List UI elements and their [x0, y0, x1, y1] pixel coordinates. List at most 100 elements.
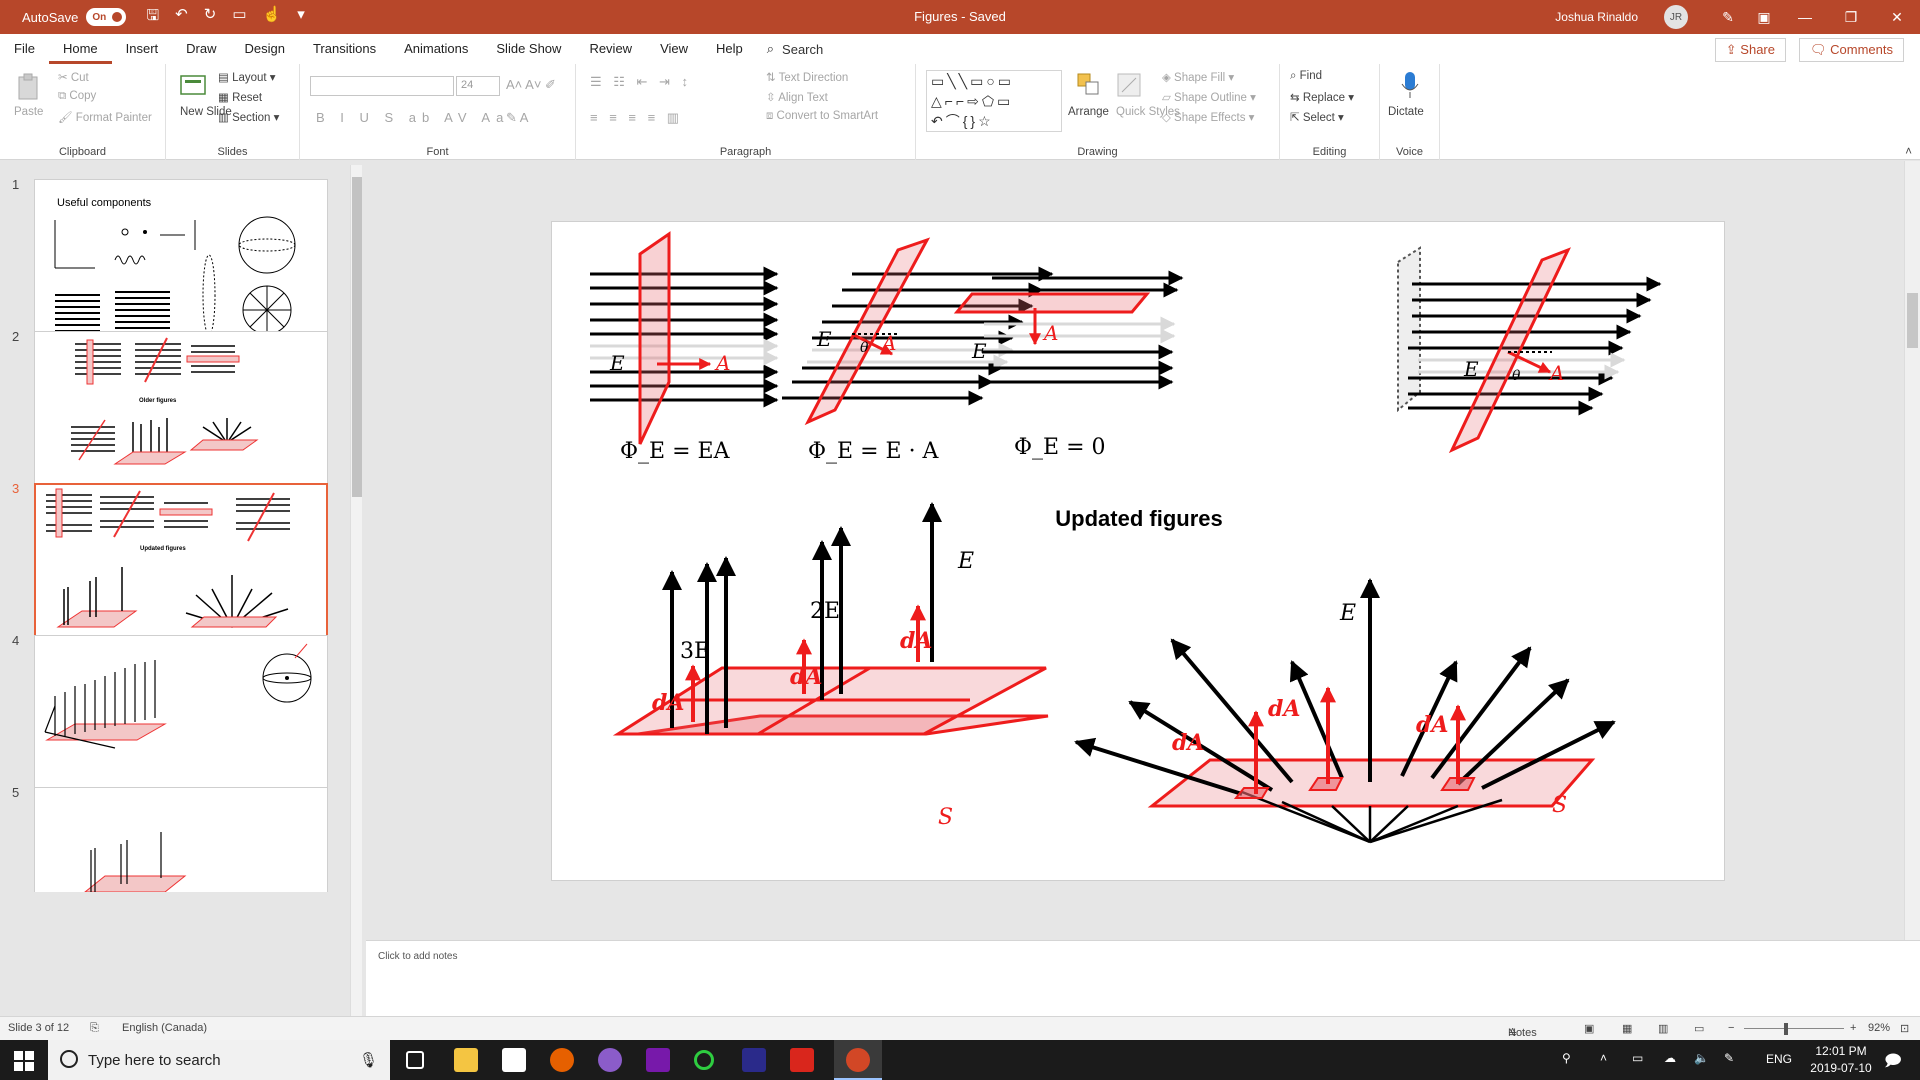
slide-thumbnail-3[interactable]: Updated figures — [34, 483, 328, 650]
close-button[interactable]: ✕ — [1874, 0, 1920, 34]
autosave-toggle[interactable]: On — [86, 8, 127, 26]
clock-time[interactable]: 12:01 PM — [1806, 1044, 1876, 1058]
tab-design[interactable]: Design — [231, 34, 299, 64]
select-button[interactable]: ⇱ Select ▾ — [1290, 110, 1344, 124]
tab-insert[interactable]: Insert — [112, 34, 173, 64]
paste-button[interactable]: Paste — [14, 106, 43, 118]
dictate-button[interactable]: Dictate — [1388, 106, 1424, 118]
figure-flux-perpendicular[interactable]: E A Φ_E = EA — [590, 231, 779, 464]
save-icon[interactable]: 🖫 — [146, 5, 159, 30]
zoom-in-button[interactable]: + — [1850, 1022, 1856, 1034]
shape-effects-button[interactable]: ◇ Shape Effects ▾ — [1162, 110, 1254, 124]
tab-home[interactable]: Home — [48, 34, 112, 64]
tab-file[interactable]: File — [0, 34, 49, 64]
tab-help[interactable]: Help — [702, 34, 757, 64]
slide-sorter-icon[interactable]: ▦ — [1622, 1022, 1632, 1035]
tab-draw[interactable]: Draw — [172, 34, 230, 64]
figure-varying-field[interactable]: dA dA dA 3E 2E E S — [608, 502, 1049, 830]
grow-font-icon[interactable]: A˄ A˅ ✐ — [506, 77, 556, 93]
share-button[interactable]: ⇪ Share — [1714, 38, 1786, 62]
tab-animations[interactable]: Animations — [390, 34, 482, 64]
slide-thumbnail-2[interactable]: Older figures — [34, 331, 328, 498]
replace-button[interactable]: ⇆ Replace ▾ — [1290, 90, 1354, 104]
zoom-out-button[interactable]: − — [1728, 1022, 1734, 1034]
slide-thumbnail-1[interactable]: Useful components — [34, 179, 328, 346]
tab-review[interactable]: Review — [575, 34, 646, 64]
arrange-icon[interactable] — [1074, 70, 1104, 100]
onenote-icon[interactable] — [646, 1048, 670, 1072]
taskbar-search[interactable]: Type here to search 🎙 — [48, 1040, 390, 1080]
slideshow-icon[interactable]: ▭ — [1694, 1022, 1704, 1035]
zoom-slider-handle[interactable] — [1784, 1023, 1788, 1035]
list-icons[interactable]: ☰ ☷ ⇤ ⇥ ↕ — [590, 74, 692, 90]
clock-date[interactable]: 2019-07-10 — [1800, 1061, 1882, 1075]
notifications-icon[interactable]: 🗩 — [1884, 1050, 1902, 1077]
powerpoint-taskbar-button[interactable] — [834, 1040, 882, 1080]
font-name-field[interactable] — [310, 76, 454, 96]
pen-icon[interactable]: ✎ — [1710, 0, 1746, 34]
acrobat-icon[interactable] — [790, 1048, 814, 1072]
notes-placeholder[interactable]: Click to add notes — [378, 951, 458, 962]
arrange-button[interactable]: Arrange — [1068, 106, 1109, 118]
reset-button[interactable]: ▦ Reset — [218, 90, 262, 104]
cut-button[interactable]: ✂ Cut — [58, 70, 89, 84]
minimize-button[interactable]: — — [1782, 0, 1828, 34]
undo-icon[interactable]: ↶ — [175, 5, 188, 30]
font-format-buttons[interactable]: B I U S ab AV Aa — [316, 110, 509, 125]
shape-outline-button[interactable]: ▱ Shape Outline ▾ — [1162, 90, 1256, 104]
zoom-slider[interactable] — [1744, 1028, 1844, 1029]
new-slide-icon[interactable] — [178, 70, 208, 100]
font-size-field[interactable]: 24 — [456, 76, 500, 96]
current-slide[interactable]: E A Φ_E = EA E θ A Φ_E = E · A E A Φ_E =… — [551, 221, 1725, 881]
comments-button[interactable]: 🗨 Comments — [1799, 38, 1904, 62]
windows-start-icon[interactable] — [14, 1051, 34, 1071]
layout-button[interactable]: ▤ Layout ▾ — [218, 70, 276, 84]
shape-fill-button[interactable]: ◈ Shape Fill ▾ — [1162, 70, 1234, 84]
volume-icon[interactable]: 🔈 — [1694, 1051, 1709, 1065]
user-name[interactable]: Joshua Rinaldo — [1555, 10, 1638, 24]
touch-mode-icon[interactable]: ☝ — [263, 5, 282, 30]
reading-view-icon[interactable]: ▥ — [1658, 1022, 1668, 1035]
media-icon[interactable] — [742, 1048, 766, 1072]
thumbnail-scroll-thumb[interactable] — [352, 177, 362, 497]
pen-workspace-icon[interactable]: ✎ — [1724, 1051, 1734, 1065]
input-language[interactable]: ENG — [1766, 1052, 1792, 1066]
tab-view[interactable]: View — [646, 34, 702, 64]
tell-me-search[interactable]: ⌕ Search — [767, 41, 823, 57]
font-color-icon[interactable]: ✎ A — [506, 110, 528, 126]
language-status[interactable]: English (Canada) — [122, 1022, 207, 1034]
slide-thumbnail-5[interactable] — [34, 787, 328, 892]
tab-slide-show[interactable]: Slide Show — [482, 34, 575, 64]
figure-flux-tilted-surface[interactable]: E θ A — [1397, 246, 1662, 454]
thumbnail-scrollbar[interactable] — [350, 165, 362, 1017]
zoom-level[interactable]: 92% — [1868, 1022, 1890, 1034]
customize-qat-icon[interactable]: ▾ — [297, 5, 305, 30]
convert-smartart-button[interactable]: ⧈ Convert to SmartArt — [766, 110, 878, 123]
paste-icon[interactable] — [14, 72, 44, 102]
restore-button[interactable]: ❐ — [1828, 0, 1874, 34]
text-direction-button[interactable]: ⇅ Text Direction — [766, 70, 848, 84]
microphone-taskbar-icon[interactable]: 🎙 — [359, 1051, 378, 1069]
firefox-icon[interactable] — [550, 1048, 574, 1072]
present-icon[interactable]: ▭ — [232, 5, 246, 30]
copy-button[interactable]: ⧉ Copy — [58, 90, 96, 103]
fit-slide-icon[interactable]: ⊡ — [1900, 1022, 1909, 1035]
spellcheck-icon[interactable]: ⎘ — [90, 1022, 99, 1035]
notes-pane[interactable]: Click to add notes — [366, 940, 1920, 1016]
onedrive-icon[interactable]: ☁ — [1664, 1051, 1676, 1065]
tab-transitions[interactable]: Transitions — [299, 34, 390, 64]
app-icon[interactable] — [598, 1048, 622, 1072]
mail-icon[interactable] — [502, 1048, 526, 1072]
section-button[interactable]: ▥ Section ▾ — [218, 110, 279, 124]
format-painter-button[interactable]: 🖌 Format Painter — [58, 110, 152, 124]
figure-flux-parallel[interactable]: E A Φ_E = 0 — [953, 270, 1184, 460]
people-icon[interactable]: ⚲ — [1562, 1051, 1571, 1065]
slide-thumbnail-4[interactable] — [34, 635, 328, 802]
microphone-icon[interactable] — [1395, 70, 1425, 100]
slide-scroll-thumb[interactable] — [1907, 293, 1918, 348]
task-view-icon[interactable] — [406, 1051, 424, 1069]
figure-radial-field[interactable]: dA dA dA E S — [1074, 578, 1616, 844]
normal-view-icon[interactable]: ▣ — [1584, 1022, 1594, 1035]
quick-styles-icon[interactable] — [1114, 70, 1144, 100]
sync-icon[interactable] — [694, 1050, 714, 1070]
